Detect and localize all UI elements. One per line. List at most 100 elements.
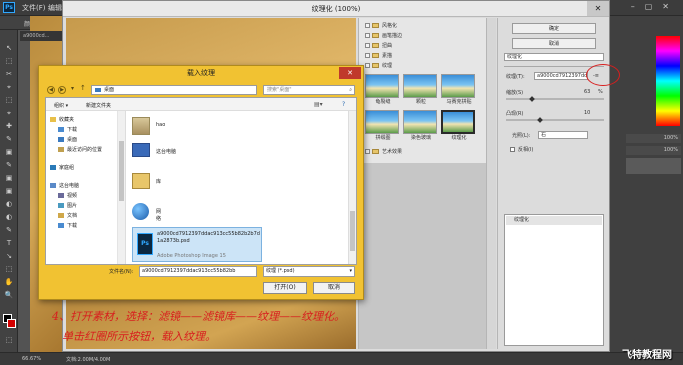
chevron-down-icon: ▾ [349,268,352,274]
filter-select[interactable]: 纹理化 [504,53,604,61]
eyedropper-tool-icon[interactable]: ⌖ [4,109,14,117]
up-arrow-icon[interactable]: ↑ [80,84,86,92]
category-sketch[interactable]: 素描 [365,52,435,61]
ok-button[interactable]: 确定 [512,23,596,34]
nav-label: 下载 [67,223,78,229]
filename-input[interactable]: a9000cd7912397ddac913cc55b82bb [139,266,257,277]
cancel-button[interactable]: 取消 [512,38,596,49]
texture-select[interactable]: a9000cd7912397dd [534,72,588,80]
quick-mask-icon[interactable]: ⬚ [4,336,14,344]
thumb-grain[interactable]: 颗粒 [403,74,439,105]
panel-row-opacity[interactable]: 100% [626,134,681,143]
thumb-stained-glass[interactable]: 染色玻璃 [403,110,439,141]
close-icon[interactable]: ✕ [587,1,609,16]
invert-checkbox[interactable] [510,147,515,152]
open-button[interactable]: 打开(O) [263,282,307,294]
thumbnail-image [403,74,437,98]
doc-size: 文档:2.00M/4.00M [66,357,111,363]
texture-select-value: a9000cd7912397dd [537,73,588,79]
scaling-label: 缩放(S) [506,90,524,96]
marquee-tool-icon[interactable]: ⬚ [4,57,14,65]
nav-label: 收藏夹 [59,117,75,123]
dialog-toolbar: 组织 ▾ 新建文件夹 ▤▾ ? [46,98,356,111]
path-select-tool-icon[interactable]: ↘ [4,252,14,260]
scaling-unit: % [598,89,603,95]
picture-icon [58,203,64,208]
shape-tool-icon[interactable]: ⬚ [4,265,14,273]
nav-favorites[interactable]: 收藏夹 [50,116,120,125]
quick-select-tool-icon[interactable]: ⌖ [4,83,14,91]
organize-button[interactable]: 组织 ▾ [54,102,68,109]
download-icon [58,127,64,132]
eraser-tool-icon[interactable]: ▣ [4,174,14,182]
help-icon[interactable]: ? [342,101,345,108]
blur-tool-icon[interactable]: ◐ [4,200,14,208]
layer-row[interactable] [626,158,681,174]
thumbnail-label: 龟裂缝 [375,99,391,105]
file-scroll-thumb[interactable] [350,211,355,251]
dodge-tool-icon[interactable]: ◐ [4,213,14,221]
fill-value: 100% [663,147,678,153]
panel-row-fill[interactable]: 100% [626,146,681,155]
nav-label: 最近访问的位置 [67,147,103,153]
close-icon[interactable]: ✕ [339,67,361,79]
nav-this-pc[interactable]: 这台电脑 [50,182,120,191]
filetype-select[interactable]: 纹理 (*.psd) ▾ [263,266,355,277]
history-brush-tool-icon[interactable]: ✎ [4,161,14,169]
scaling-slider[interactable] [506,98,604,100]
category-distort[interactable]: 扭曲 [365,42,435,51]
window-controls[interactable]: –▢✕ [631,2,679,11]
light-select[interactable]: 右 [538,131,588,139]
document-tab[interactable]: a9000cd... [20,31,65,41]
crop-tool-icon[interactable]: ⬚ [4,96,14,104]
effect-layer-item[interactable]: 纹理化 [506,216,602,225]
file-item-selected-psd[interactable]: Ps a9000cd7912397ddac913cc55b82b2b7d1a28… [132,227,262,262]
move-tool-icon[interactable]: ↖ [4,44,14,52]
instruction-line-1: 4、打开素材，选择：滤镜——滤镜库——纹理——纹理化。 [52,310,345,323]
lasso-tool-icon[interactable]: ✂ [4,70,14,78]
forward-arrow-icon[interactable]: ▶ [58,86,66,94]
healing-tool-icon[interactable]: ✚ [4,122,14,130]
cancel-button[interactable]: 取消 [313,282,355,294]
category-texture[interactable]: 纹理 [365,62,435,71]
chevron-down-icon[interactable]: ▾ [71,85,74,92]
relief-value[interactable]: 10 [584,110,590,116]
file-name: 库 [156,179,162,185]
gradient-tool-icon[interactable]: ▣ [4,187,14,195]
thumb-mosaic-tiles[interactable]: 马赛克拼贴 [441,74,477,105]
thumb-patchwork[interactable]: 拼缀图 [365,110,401,141]
folder-icon [372,53,379,58]
relief-slider[interactable] [506,119,604,121]
download-icon [58,223,64,228]
new-folder-button[interactable]: 新建文件夹 [86,102,111,109]
menu-file[interactable]: 文件(F) [22,3,46,13]
nav-homegroup[interactable]: 家庭组 [50,164,120,173]
menu-edit[interactable]: 编辑 [48,3,62,13]
type-tool-icon[interactable]: T [4,239,14,247]
thumb-texturizer[interactable]: 纹理化 [441,110,477,141]
category-brush-strokes[interactable]: 画笔描边 [365,32,435,41]
pen-tool-icon[interactable]: ✎ [4,226,14,234]
nav-scrollbar[interactable] [118,111,126,264]
thumb-craquelure[interactable]: 龟裂缝 [365,74,401,105]
nav-scroll-thumb[interactable] [119,141,124,201]
filter-list-collapse-strip[interactable] [486,18,496,349]
file-name: a9000cd7912397ddac913cc55b82b2b7d1a2873b… [157,231,260,244]
library-folder-icon [132,173,150,189]
zoom-tool-icon[interactable]: 🔍 [4,291,14,299]
color-spectrum[interactable] [656,36,680,126]
folder-icon [372,149,379,154]
category-stylize[interactable]: 风格化 [365,22,435,31]
background-color-swatch[interactable] [7,319,16,328]
nav-label: 下载 [67,127,78,133]
view-options-icon[interactable]: ▤▾ [314,101,323,108]
scaling-value[interactable]: 63 [584,89,590,95]
search-input[interactable]: 搜索"桌面" ⌕ [263,85,355,95]
brush-tool-icon[interactable]: ✎ [4,135,14,143]
file-list-scrollbar[interactable] [348,111,356,264]
back-arrow-icon[interactable]: ◀ [47,86,55,94]
category-artistic[interactable]: 艺术效果 [365,148,435,157]
hand-tool-icon[interactable]: ✋ [4,278,14,286]
path-input[interactable]: 桌面 [91,85,257,95]
stamp-tool-icon[interactable]: ▣ [4,148,14,156]
